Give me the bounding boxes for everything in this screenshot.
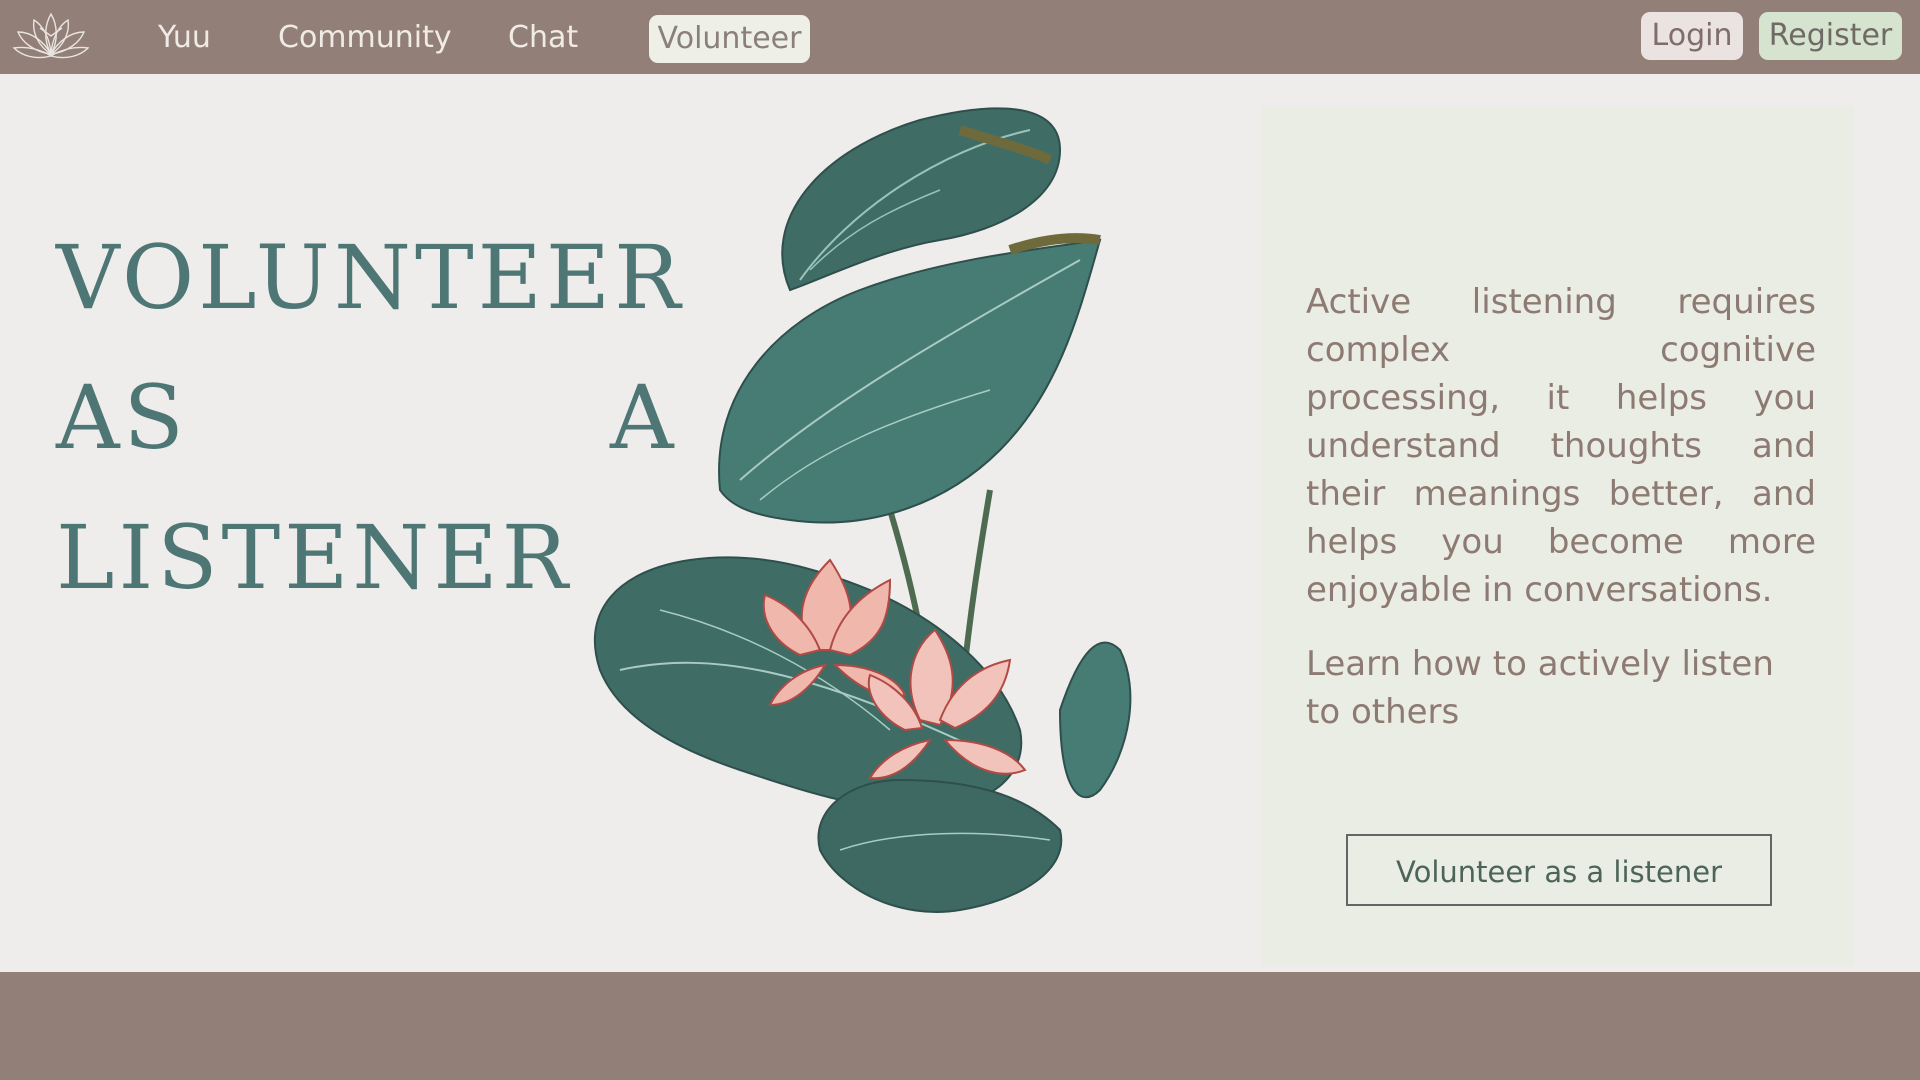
footer-bar [0, 972, 1920, 1080]
headline-line-2-left: AS [56, 366, 188, 469]
nav-item-volunteer[interactable]: Volunteer [649, 15, 810, 63]
panel-description: Active listening requires complex cognit… [1306, 282, 1816, 610]
lotus-logo-icon[interactable] [10, 6, 92, 66]
register-button[interactable]: Register [1759, 12, 1902, 60]
login-button[interactable]: Login [1641, 12, 1743, 60]
top-navigation-bar: Yuu Community Chat Volunteer Login Regis… [0, 0, 1920, 74]
lotus-illustration [594, 107, 1132, 913]
nav-item-community[interactable]: Community [278, 14, 452, 62]
learn-active-listening-link[interactable]: Learn how to actively listen to others [1306, 640, 1816, 736]
headline-line-3: LISTENER [56, 506, 572, 609]
nav-item-yuu[interactable]: Yuu [158, 14, 211, 62]
nav-item-chat[interactable]: Chat [508, 14, 578, 62]
volunteer-as-listener-button[interactable]: Volunteer as a listener [1346, 834, 1772, 906]
